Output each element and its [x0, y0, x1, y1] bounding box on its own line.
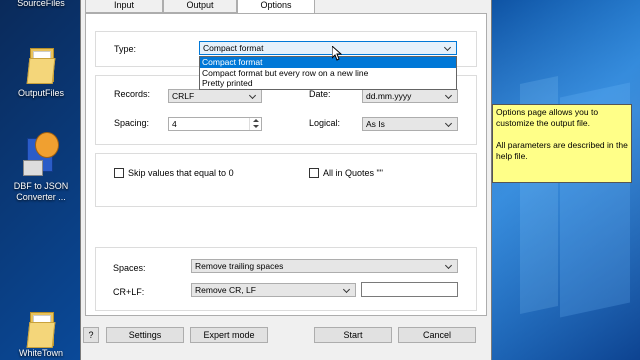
desktop-icon-whitetown[interactable]: WhiteTown	[2, 310, 80, 359]
records-select[interactable]: CRLF	[168, 89, 262, 103]
chevron-down-icon	[342, 284, 352, 296]
records-value: CRLF	[172, 91, 195, 101]
spaces-label: Spaces:	[113, 263, 146, 273]
tab-output[interactable]: Output	[163, 0, 237, 13]
records-label: Records:	[114, 89, 151, 99]
note-text: Options page allows you to customize the…	[496, 107, 599, 128]
skip-zero-label: Skip values that equal to 0	[128, 168, 234, 178]
desktop-icon-dbf-to-json[interactable]: DBF to JSON Converter ...	[2, 130, 80, 203]
help-button[interactable]: ?	[83, 327, 99, 343]
settings-button[interactable]: Settings	[106, 327, 184, 343]
date-select[interactable]: dd.mm.yyyy	[362, 89, 458, 103]
all-in-quotes-label: All in Quotes ""	[323, 168, 383, 178]
type-value: Compact format	[203, 43, 264, 53]
spacing-label: Spacing:	[114, 118, 150, 128]
app-icon	[21, 130, 61, 178]
spin-down-icon[interactable]	[250, 124, 261, 130]
expert-mode-button[interactable]: Expert mode	[190, 327, 268, 343]
type-select[interactable]: Compact format	[199, 41, 457, 55]
date-value: dd.mm.yyyy	[366, 91, 412, 101]
crlf-label: CR+LF:	[113, 287, 145, 297]
crlf-value: Remove CR, LF	[195, 285, 256, 295]
options-dialog: Input Output Options Type: Records: CRLF…	[80, 0, 492, 360]
skip-zero-checkbox[interactable]	[114, 168, 124, 178]
logical-label: Logical:	[309, 118, 341, 128]
mouse-pointer-icon	[332, 46, 342, 61]
folder-icon	[24, 46, 58, 84]
start-button[interactable]: Start	[314, 327, 392, 343]
desktop-icon-label: SourceFiles	[17, 0, 65, 8]
logical-value: As Is	[366, 119, 385, 129]
chevron-down-icon	[444, 260, 454, 272]
desktop-icon-label: WhiteTown	[18, 348, 63, 358]
chevron-down-icon	[444, 90, 454, 102]
spaces-select[interactable]: Remove trailing spaces	[191, 259, 458, 273]
chevron-down-icon	[444, 118, 454, 130]
type-option[interactable]: Compact format but every row on a new li…	[200, 68, 456, 79]
desktop-icon-outputfiles[interactable]: OutputFiles	[2, 46, 80, 99]
folder-icon	[24, 310, 58, 348]
desktop-icon-label: OutputFiles	[17, 88, 65, 98]
checkbox-group: Skip values that equal to 0 All in Quote…	[95, 153, 477, 207]
spacing-stepper[interactable]: 4	[168, 117, 262, 131]
help-note: Options page allows you to customize the…	[492, 104, 632, 183]
desktop-icon-sourcefiles[interactable]: SourceFiles	[2, 0, 80, 9]
type-option[interactable]: Compact format	[200, 57, 456, 68]
chevron-down-icon	[443, 42, 453, 54]
cancel-button[interactable]: Cancel	[398, 327, 476, 343]
type-option[interactable]: Pretty printed	[200, 78, 456, 89]
desktop-icon-label: DBF to JSON Converter ...	[13, 181, 69, 202]
chevron-down-icon	[248, 90, 258, 102]
crlf-text-input[interactable]	[361, 282, 458, 297]
crlf-select[interactable]: Remove CR, LF	[191, 283, 356, 297]
logical-select[interactable]: As Is	[362, 117, 458, 131]
type-dropdown: Compact format Compact format but every …	[199, 56, 457, 90]
type-label: Type:	[114, 44, 137, 54]
spaces-value: Remove trailing spaces	[195, 261, 284, 271]
tab-options[interactable]: Options	[237, 0, 315, 14]
spaces-group: Spaces: Remove trailing spaces CR+LF: Re…	[95, 247, 477, 311]
spacing-value: 4	[172, 119, 177, 129]
date-label: Date:	[309, 89, 331, 99]
note-text: All parameters are described in the help…	[496, 140, 628, 161]
all-in-quotes-checkbox[interactable]	[309, 168, 319, 178]
tab-input[interactable]: Input	[85, 0, 163, 13]
